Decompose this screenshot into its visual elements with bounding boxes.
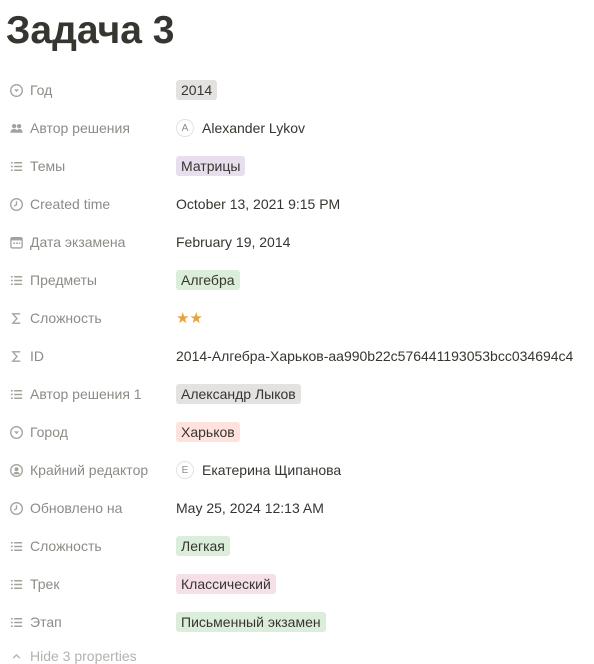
property-value[interactable]: Письменный экзамен	[176, 603, 326, 641]
property-label-button[interactable]: Автор решения 1	[8, 375, 176, 413]
property-row: Темы Матрицы	[0, 147, 594, 185]
calendar-icon	[8, 234, 24, 250]
list-icon	[8, 386, 24, 402]
property-label-button[interactable]: Темы	[8, 147, 176, 185]
chevron-up-icon	[8, 648, 24, 664]
property-label: Темы	[30, 158, 66, 174]
option-tag: Александр Лыков	[176, 384, 301, 404]
property-text: May 25, 2024 12:13 AM	[176, 500, 324, 516]
property-value[interactable]: Легкая	[176, 527, 230, 565]
property-value[interactable]: E Екатерина Щипанова	[176, 451, 341, 489]
property-label-button[interactable]: Этап	[8, 603, 176, 641]
property-row: Created time October 13, 2021 9:15 PM	[0, 185, 594, 223]
option-tag: Матрицы	[176, 156, 246, 176]
person-name: Alexander Lykov	[202, 120, 305, 136]
property-value[interactable]: May 25, 2024 12:13 AM	[176, 489, 324, 527]
property-value[interactable]: Матрицы	[176, 147, 246, 185]
property-label-button[interactable]: Created time	[8, 185, 176, 223]
property-label-button[interactable]: Обновлено на	[8, 489, 176, 527]
property-value[interactable]: Классический	[176, 565, 276, 603]
property-row: Этап Письменный экзамен	[0, 603, 594, 641]
property-text: 2014-Алгебра-Харьков-aa990b22c5764411930…	[176, 348, 574, 364]
property-row: Обновлено на May 25, 2024 12:13 AM	[0, 489, 594, 527]
property-row: Крайний редактор E Екатерина Щипанова	[0, 451, 594, 489]
property-label: Сложность	[30, 538, 102, 554]
property-label-button[interactable]: Город	[8, 413, 176, 451]
property-label: Год	[30, 82, 53, 98]
property-label-button[interactable]: Автор решения	[8, 109, 176, 147]
property-label: Обновлено на	[30, 500, 123, 516]
property-label: Сложность	[30, 310, 102, 326]
select-icon	[8, 424, 24, 440]
property-row: Сложность ★★	[0, 299, 594, 337]
property-row: Предметы Алгебра	[0, 261, 594, 299]
avatar: A	[176, 119, 194, 137]
people-icon	[8, 120, 24, 136]
property-row: Сложность Легкая	[0, 527, 594, 565]
property-label-button[interactable]: Крайний редактор	[8, 451, 176, 489]
property-value[interactable]: 2014-Алгебра-Харьков-aa990b22c5764411930…	[176, 337, 573, 375]
property-value[interactable]: 2014	[176, 71, 218, 109]
property-label-button[interactable]: Дата экзамена	[8, 223, 176, 261]
person-name: Екатерина Щипанова	[202, 462, 342, 478]
property-row: Дата экзамена February 19, 2014	[0, 223, 594, 261]
property-value[interactable]: February 19, 2014	[176, 223, 290, 261]
select-icon	[8, 82, 24, 98]
property-label-button[interactable]: Предметы	[8, 261, 176, 299]
property-value[interactable]: A Alexander Lykov	[176, 109, 305, 147]
list-icon	[8, 538, 24, 554]
property-label: Этап	[30, 614, 62, 630]
clock-icon	[8, 500, 24, 516]
property-row: ID 2014-Алгебра-Харьков-aa990b22c57644119…	[0, 337, 594, 375]
option-tag: Легкая	[176, 536, 230, 556]
property-label: Автор решения 1	[30, 386, 142, 402]
property-label: Город	[30, 424, 68, 440]
property-value[interactable]: October 13, 2021 9:15 PM	[176, 185, 340, 223]
avatar: E	[176, 461, 194, 479]
property-row: Год 2014	[0, 71, 594, 109]
property-label-button[interactable]: Сложность	[8, 299, 176, 337]
property-label-button[interactable]: Год	[8, 71, 176, 109]
property-label: Крайний редактор	[30, 462, 149, 478]
property-text: February 19, 2014	[176, 234, 291, 250]
list-icon	[8, 576, 24, 592]
property-label-button[interactable]: ID	[8, 337, 176, 375]
property-label: Автор решения	[30, 120, 130, 136]
option-tag: Письменный экзамен	[176, 612, 326, 632]
property-row: Город Харьков	[0, 413, 594, 451]
list-icon	[8, 614, 24, 630]
hide-properties-label: Hide 3 properties	[30, 648, 137, 664]
property-value[interactable]: Алгебра	[176, 261, 240, 299]
clock-icon	[8, 196, 24, 212]
person-chip: E Екатерина Щипанова	[176, 461, 341, 479]
property-label: ID	[30, 348, 44, 364]
formula-icon	[8, 310, 24, 326]
option-tag: 2014	[176, 80, 218, 100]
property-text: October 13, 2021 9:15 PM	[176, 196, 341, 212]
property-label: Предметы	[30, 272, 97, 288]
option-tag: Харьков	[176, 422, 240, 442]
stars-rating: ★★	[176, 310, 203, 327]
property-value[interactable]: Харьков	[176, 413, 240, 451]
property-row: Автор решения 1 Александр Лыков	[0, 375, 594, 413]
person-chip: A Alexander Lykov	[176, 119, 305, 137]
property-label-button[interactable]: Трек	[8, 565, 176, 603]
list-icon	[8, 158, 24, 174]
page-title[interactable]: Задача 3	[6, 8, 174, 54]
property-label-button[interactable]: Сложность	[8, 527, 176, 565]
option-tag: Классический	[176, 574, 276, 594]
hide-properties-button[interactable]: Hide 3 properties	[8, 648, 137, 664]
formula-icon	[8, 348, 24, 364]
property-row: Автор решения A Alexander Lykov	[0, 109, 594, 147]
property-label: Created time	[30, 196, 111, 212]
property-value[interactable]: Александр Лыков	[176, 375, 301, 413]
list-icon	[8, 272, 24, 288]
properties-list: Год 2014 Автор решения A Alexander Lykov Темы…	[0, 71, 594, 641]
property-value[interactable]: ★★	[176, 299, 203, 337]
option-tag: Алгебра	[176, 270, 240, 290]
property-label: Трек	[30, 576, 60, 592]
person-circle-icon	[8, 462, 24, 478]
property-row: Трек Классический	[0, 565, 594, 603]
property-label: Дата экзамена	[30, 234, 126, 250]
